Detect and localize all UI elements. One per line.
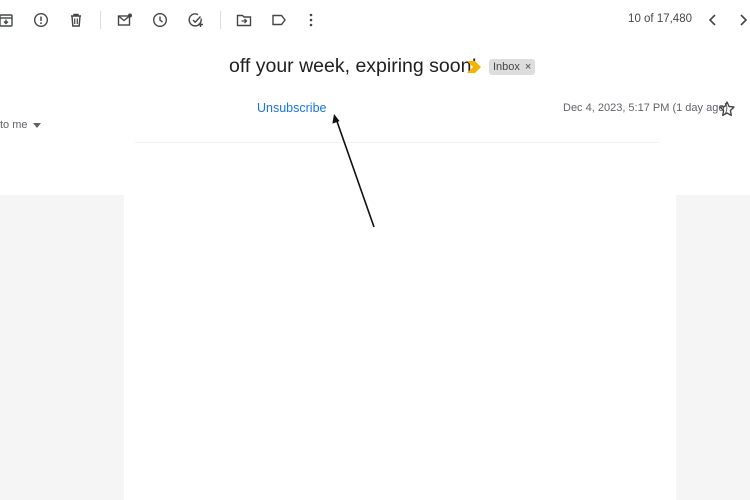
archive-icon[interactable] <box>0 10 16 30</box>
email-body-margin-left <box>0 195 124 500</box>
unsubscribe-link[interactable]: Unsubscribe <box>257 101 326 115</box>
recipient-dropdown[interactable]: to me <box>0 119 41 131</box>
label-chip-text: Inbox <box>493 61 520 73</box>
recipient-text: to me <box>0 119 28 131</box>
star-icon[interactable] <box>718 100 736 118</box>
toolbar-divider <box>100 11 101 29</box>
remove-label-button[interactable]: × <box>525 61 531 73</box>
chevron-left-icon[interactable] <box>703 10 723 30</box>
toolbar-divider <box>220 11 221 29</box>
more-icon[interactable] <box>301 10 321 30</box>
email-date: Dec 4, 2023, 5:17 PM (1 day ago) <box>563 102 729 114</box>
chevron-right-icon[interactable] <box>733 10 750 30</box>
snooze-icon[interactable] <box>150 10 170 30</box>
toolbar: 10 of 17,480 <box>0 0 750 40</box>
header-divider <box>135 142 660 143</box>
move-to-icon[interactable] <box>234 10 254 30</box>
email-body-margin-right <box>676 195 750 500</box>
add-to-tasks-icon[interactable] <box>186 10 206 30</box>
email-subject: off your week, expiring soon! <box>229 55 477 77</box>
delete-icon[interactable] <box>66 10 86 30</box>
importance-marker-icon[interactable] <box>467 61 481 73</box>
report-spam-icon[interactable] <box>31 10 51 30</box>
inbox-label-chip: Inbox × <box>489 59 536 75</box>
pager-count: 10 of 17,480 <box>628 13 692 25</box>
label-icon[interactable] <box>269 10 289 30</box>
mark-unread-icon[interactable] <box>115 10 135 30</box>
chevron-down-icon <box>32 122 41 128</box>
